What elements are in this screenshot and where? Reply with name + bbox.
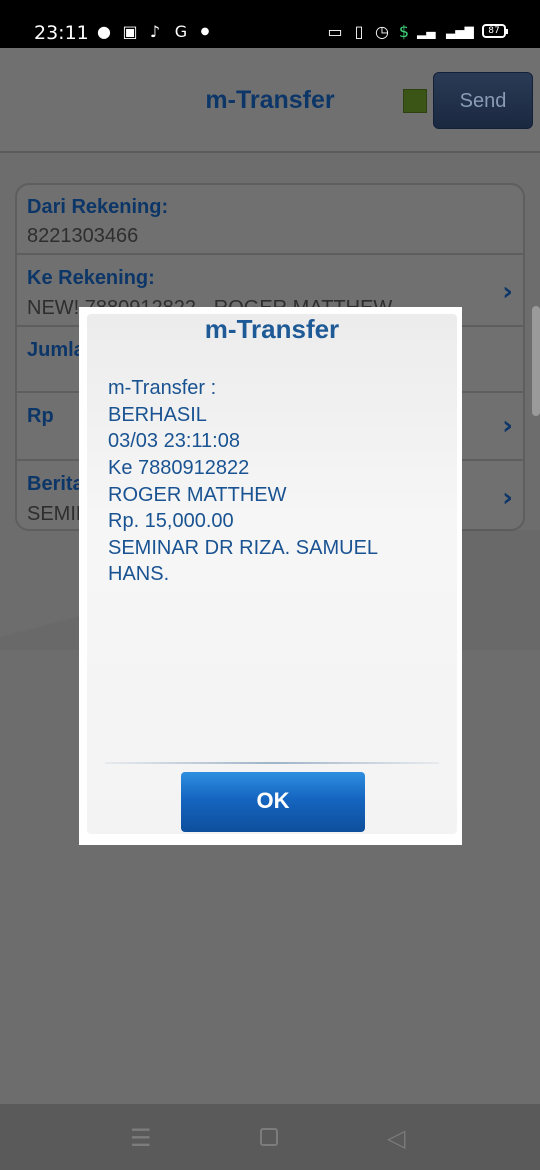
- rp-label: Rp: [27, 405, 54, 427]
- dialog-message-line: 03/03 23:11:08: [108, 430, 240, 452]
- vibrate-icon: ▯: [354, 22, 364, 41]
- alarm-icon: ◷: [375, 22, 389, 41]
- transfer-result-dialog: m-Transfer m-Transfer : BERHASIL 03/03 2…: [87, 314, 457, 834]
- sim-icon: ▭: [327, 22, 343, 41]
- scrollbar[interactable]: [532, 306, 540, 416]
- status-bar: 23:11 ● ▣ ♪ G ● ▭ ▯ ◷ $ ▂▄ ▃▅▇ 87: [0, 0, 540, 48]
- back-icon[interactable]: ◁: [387, 1124, 405, 1152]
- tiktok-icon: ♪: [149, 22, 161, 41]
- signal-icon: ▂▄: [417, 25, 436, 39]
- google-icon: G: [174, 22, 188, 41]
- chevron-right-icon: ›: [502, 277, 513, 307]
- 4g-signal-icon: ▃▅▇: [446, 25, 474, 39]
- ok-button[interactable]: OK: [181, 772, 365, 832]
- dialog-message-line: Rp. 15,000.00: [108, 510, 234, 532]
- shield-dollar-icon: $: [398, 22, 410, 41]
- navigation-bar: ☰ ◁: [0, 1104, 540, 1170]
- message-label: Berita: [27, 473, 84, 495]
- battery-icon: 87: [482, 24, 508, 38]
- dialog-message-line: ROGER MATTHEW: [108, 484, 287, 506]
- chevron-right-icon: ›: [502, 411, 513, 441]
- status-time: 23:11: [34, 22, 89, 44]
- dialog-title: m-Transfer: [204, 314, 340, 344]
- dialog-divider: [105, 762, 439, 764]
- from-account-label: Dari Rekening:: [27, 196, 169, 218]
- home-icon[interactable]: [260, 1128, 278, 1146]
- chevron-right-icon: ›: [502, 483, 513, 513]
- to-account-label: Ke Rekening:: [27, 267, 155, 289]
- dialog-message-line: m-Transfer :: [108, 377, 217, 399]
- line-icon: ●: [97, 22, 111, 41]
- dialog-message-line: HANS.: [108, 563, 170, 585]
- send-button[interactable]: Send: [433, 72, 533, 129]
- from-account-row: Dari Rekening: 8221303466: [17, 185, 523, 255]
- menu-icon[interactable]: ☰: [130, 1124, 152, 1152]
- from-account-value: 8221303466: [27, 225, 139, 247]
- dialog-message-line: Ke 7880912822: [108, 457, 250, 479]
- dialog-message-line: SEMINAR DR RIZA. SAMUEL: [108, 537, 379, 559]
- dot-icon: ●: [200, 26, 210, 37]
- shopee-icon: ▣: [122, 22, 138, 41]
- dialog-message-line: BERHASIL: [108, 404, 207, 426]
- status-indicator: [403, 89, 427, 113]
